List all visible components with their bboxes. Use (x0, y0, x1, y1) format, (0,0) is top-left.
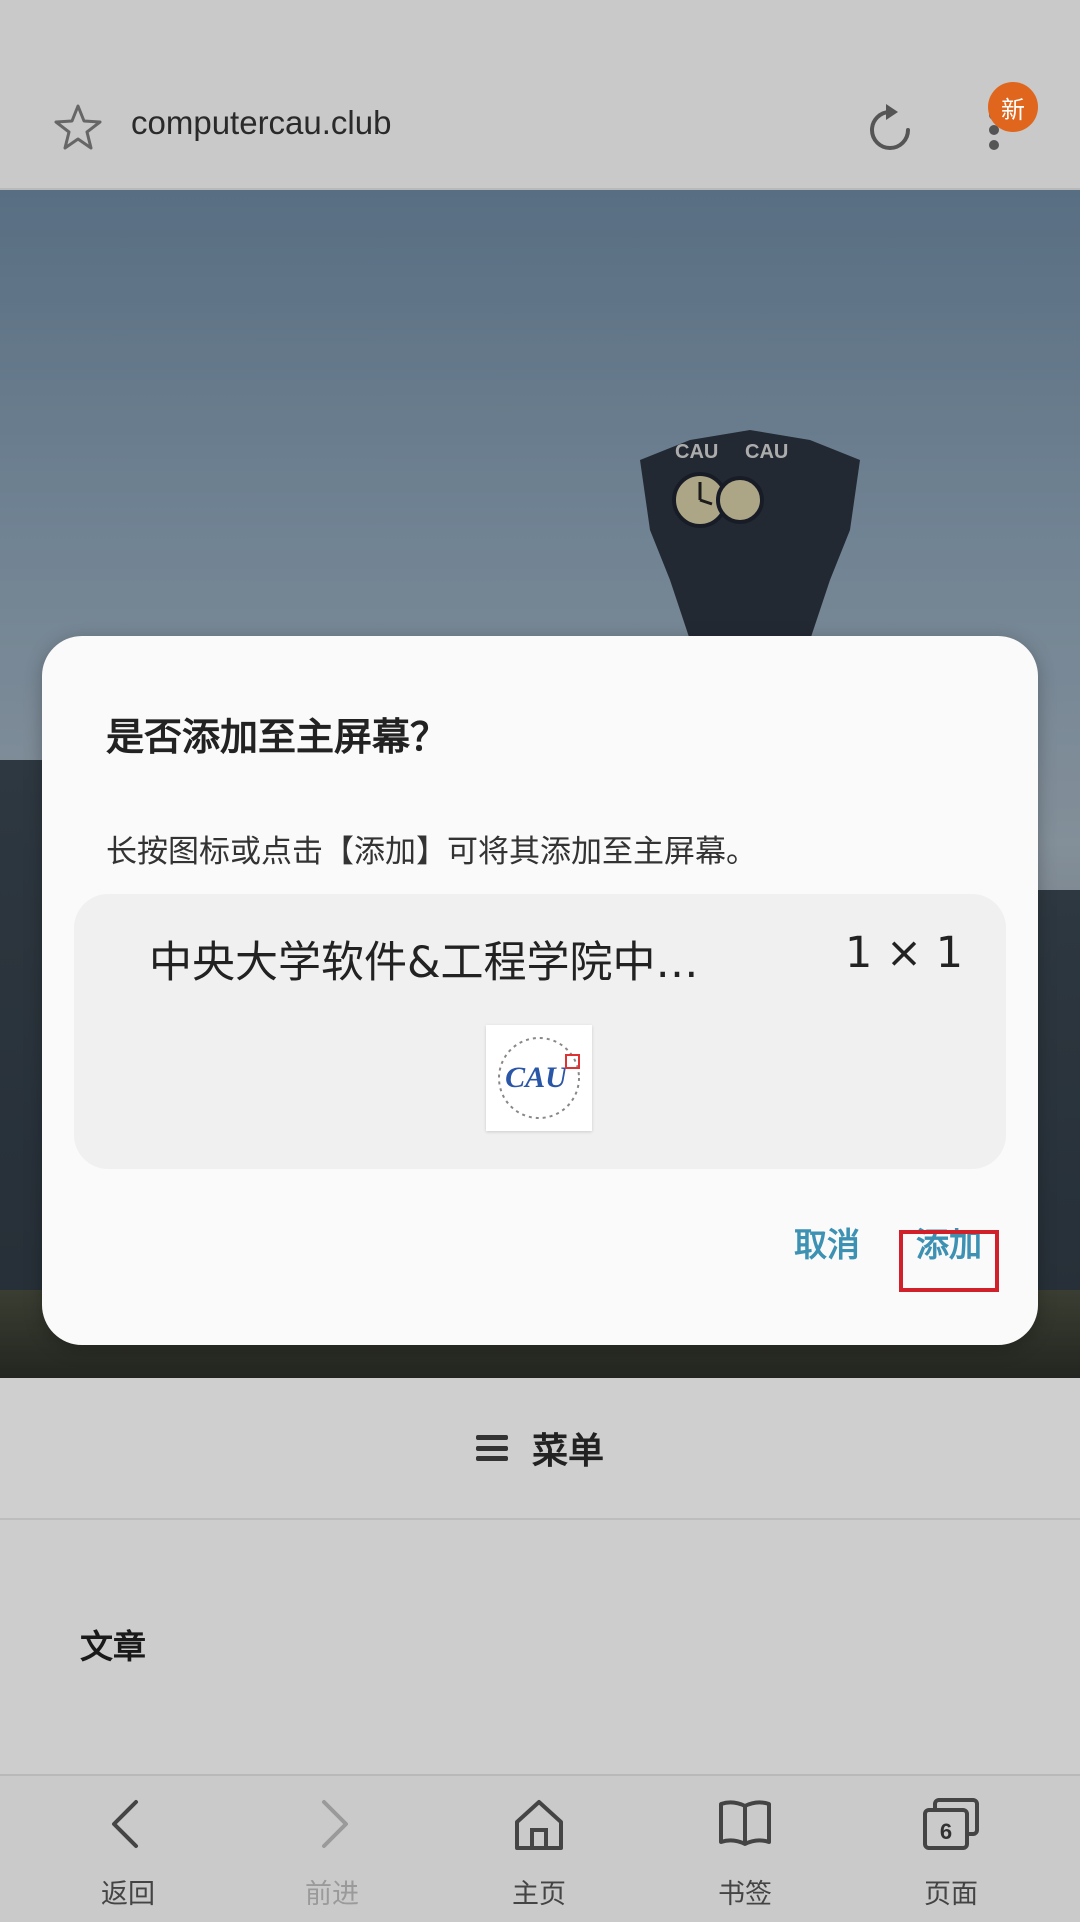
add-button-highlight (899, 1230, 999, 1292)
site-menu-button[interactable]: 菜单 (0, 1378, 1080, 1521)
nav-back-label: 返回 (101, 1879, 155, 1910)
shortcut-size: 1 × 1 (845, 928, 964, 978)
back-icon (112, 1800, 138, 1848)
article-heading: 文章 (80, 1627, 146, 1666)
nav-tabs-label: 页面 (924, 1879, 978, 1910)
logo-text: CAU (505, 1061, 568, 1094)
nav-home-label: 主页 (512, 1879, 566, 1910)
tab-count: 6 (940, 1819, 952, 1844)
star-icon[interactable] (52, 102, 104, 154)
cancel-button[interactable]: 取消 (794, 1218, 860, 1266)
dialog-message: 长按图标或点击【添加】可将其添加至主屏幕。 (106, 834, 757, 870)
forward-icon (322, 1800, 348, 1848)
new-badge: 新 (988, 82, 1038, 132)
nav-tabs[interactable]: 6 页面 (881, 1794, 1021, 1914)
nav-bookmarks[interactable]: 书签 (675, 1794, 815, 1914)
tabs-icon: 6 (923, 1798, 979, 1850)
reload-icon[interactable] (862, 102, 918, 158)
shortcut-logo[interactable]: CAU (486, 1025, 592, 1131)
hamburger-icon (475, 1435, 508, 1461)
url-text[interactable]: computercau.club (131, 104, 391, 142)
add-to-home-dialog: 是否添加至主屏幕？ 长按图标或点击【添加】可将其添加至主屏幕。 中央大学软件&工… (42, 636, 1038, 1345)
cau-logo-icon: CAU (498, 1037, 580, 1119)
bottom-navigation: 返回 前进 主页 书签 6 页面 (0, 1774, 1080, 1922)
page-content (0, 1520, 1080, 1774)
nav-back[interactable]: 返回 (58, 1794, 198, 1914)
shortcut-name: 中央大学软件&工程学院中… (149, 938, 699, 988)
address-bar: computercau.club 新 (0, 0, 1080, 190)
menu-label: 菜单 (531, 1431, 604, 1472)
nav-home[interactable]: 主页 (469, 1794, 609, 1914)
nav-bookmarks-label: 书签 (718, 1879, 772, 1910)
nav-forward[interactable]: 前进 (262, 1794, 402, 1914)
dialog-title: 是否添加至主屏幕？ (106, 715, 449, 759)
nav-forward-label: 前进 (305, 1879, 359, 1910)
bookmarks-icon (719, 1800, 771, 1846)
home-icon (515, 1800, 563, 1850)
